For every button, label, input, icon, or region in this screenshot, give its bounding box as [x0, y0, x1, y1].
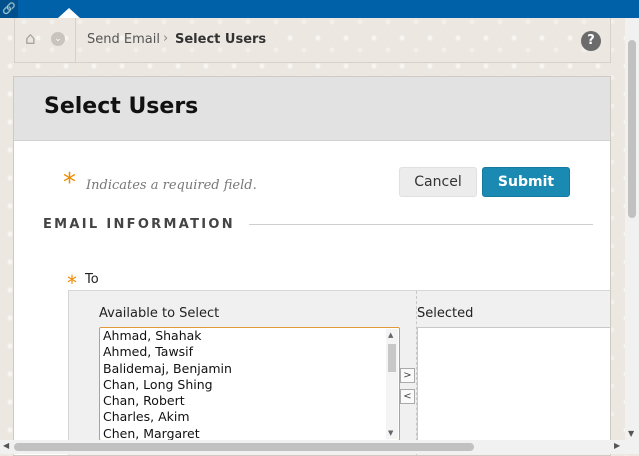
selected-label: Selected — [417, 306, 474, 321]
recipient-selector: Available to Select Selected Ahmad, Shah… — [68, 290, 610, 455]
page-vertical-scrollbar[interactable]: ▼ — [625, 18, 639, 440]
top-banner: 🔗 — [0, 0, 639, 18]
page-title: Select Users — [44, 94, 199, 119]
list-item[interactable]: Charles, Akim — [100, 409, 399, 425]
required-note: Indicates a required field. — [86, 178, 257, 193]
breadcrumb-separator: › — [163, 31, 169, 46]
scroll-thumb[interactable] — [14, 443, 474, 451]
content-panel: Select Users * Indicates a required fiel… — [13, 76, 611, 456]
section-title: EMAIL INFORMATION — [43, 217, 235, 232]
scroll-down-icon[interactable]: ▼ — [388, 429, 393, 437]
section-divider — [249, 224, 593, 225]
scroll-down-icon[interactable]: ▼ — [628, 429, 634, 438]
list-item[interactable]: Ahmed, Tawsif — [100, 344, 399, 360]
to-label: To — [85, 272, 99, 287]
list-item[interactable]: Chan, Long Shing — [100, 377, 399, 393]
link-icon[interactable]: 🔗 — [0, 0, 18, 18]
scroll-thumb[interactable] — [388, 344, 396, 372]
breadcrumb: ⌂ ⌄ Send Email › Select Users ? — [14, 18, 611, 63]
list-item[interactable]: Chan, Robert — [100, 393, 399, 409]
cancel-button[interactable]: Cancel — [399, 167, 477, 197]
available-users-list[interactable]: Ahmad, Shahak Ahmed, Tawsif Balidemaj, B… — [99, 327, 400, 441]
scroll-up-icon[interactable]: ▲ — [388, 331, 393, 339]
selected-users-list[interactable] — [417, 327, 610, 441]
submit-button[interactable]: Submit — [482, 167, 570, 197]
breadcrumb-current: Select Users — [175, 32, 267, 47]
page-horizontal-scrollbar[interactable]: ◀ ▶ — [0, 440, 639, 454]
list-item[interactable]: Ahmad, Shahak — [100, 328, 399, 344]
menu-notch — [58, 8, 80, 18]
list-scrollbar[interactable]: ▲ ▼ — [386, 329, 398, 439]
list-item[interactable]: Chen, Margaret — [100, 426, 399, 440]
required-star-icon: * — [63, 168, 76, 198]
move-right-button[interactable]: > — [400, 368, 415, 383]
list-item[interactable]: Balidemaj, Benjamin — [100, 361, 399, 377]
page-header: Select Users — [14, 77, 610, 141]
chevron-down-icon[interactable]: ⌄ — [51, 32, 65, 46]
scroll-thumb[interactable] — [628, 40, 636, 218]
available-label: Available to Select — [99, 306, 220, 321]
breadcrumb-send-email[interactable]: Send Email — [87, 32, 160, 47]
breadcrumb-divider — [75, 18, 76, 62]
scroll-left-icon[interactable]: ◀ — [3, 441, 9, 450]
home-icon[interactable]: ⌂ — [25, 30, 43, 48]
scroll-right-icon[interactable]: ▶ — [614, 441, 620, 450]
move-left-button[interactable]: < — [400, 389, 415, 404]
help-icon[interactable]: ? — [581, 31, 601, 51]
